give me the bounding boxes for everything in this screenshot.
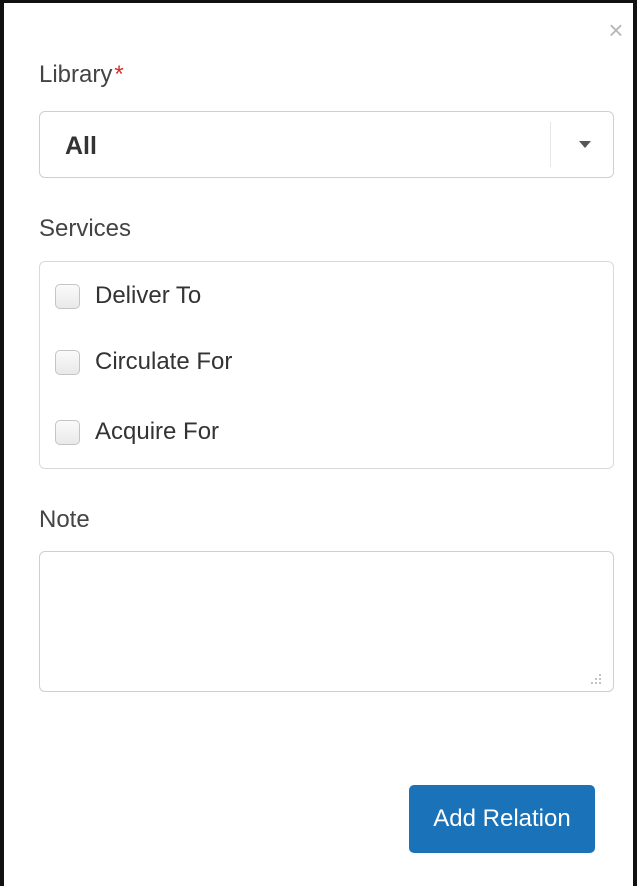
add-relation-button[interactable]: Add Relation bbox=[409, 785, 595, 853]
resize-grip-icon[interactable] bbox=[590, 673, 602, 685]
library-label: Library* bbox=[39, 61, 124, 89]
library-select-value: All bbox=[65, 132, 97, 160]
acquire-for-label: Acquire For bbox=[95, 418, 220, 445]
close-icon[interactable]: × bbox=[605, 17, 627, 43]
deliver-to-checkbox[interactable] bbox=[55, 283, 80, 309]
acquire-for-checkbox[interactable] bbox=[55, 419, 80, 445]
deliver-to-label: Deliver To bbox=[95, 282, 202, 309]
chevron-down-icon[interactable] bbox=[579, 141, 591, 148]
select-divider bbox=[550, 122, 551, 167]
service-option-deliver-to[interactable]: Deliver To bbox=[55, 282, 201, 310]
library-label-text: Library bbox=[39, 61, 113, 88]
required-marker: * bbox=[114, 61, 124, 88]
services-label: Services bbox=[39, 215, 132, 242]
circulate-for-label: Circulate For bbox=[95, 348, 233, 375]
circulate-for-checkbox[interactable] bbox=[55, 349, 80, 375]
add-relation-dialog: × Library* All Services Deliver To Circu… bbox=[0, 0, 637, 886]
note-label: Note bbox=[39, 506, 90, 533]
library-select[interactable]: All bbox=[39, 111, 614, 178]
service-option-acquire-for[interactable]: Acquire For bbox=[55, 418, 219, 446]
service-option-circulate-for[interactable]: Circulate For bbox=[55, 348, 232, 376]
note-textarea[interactable] bbox=[39, 551, 614, 692]
